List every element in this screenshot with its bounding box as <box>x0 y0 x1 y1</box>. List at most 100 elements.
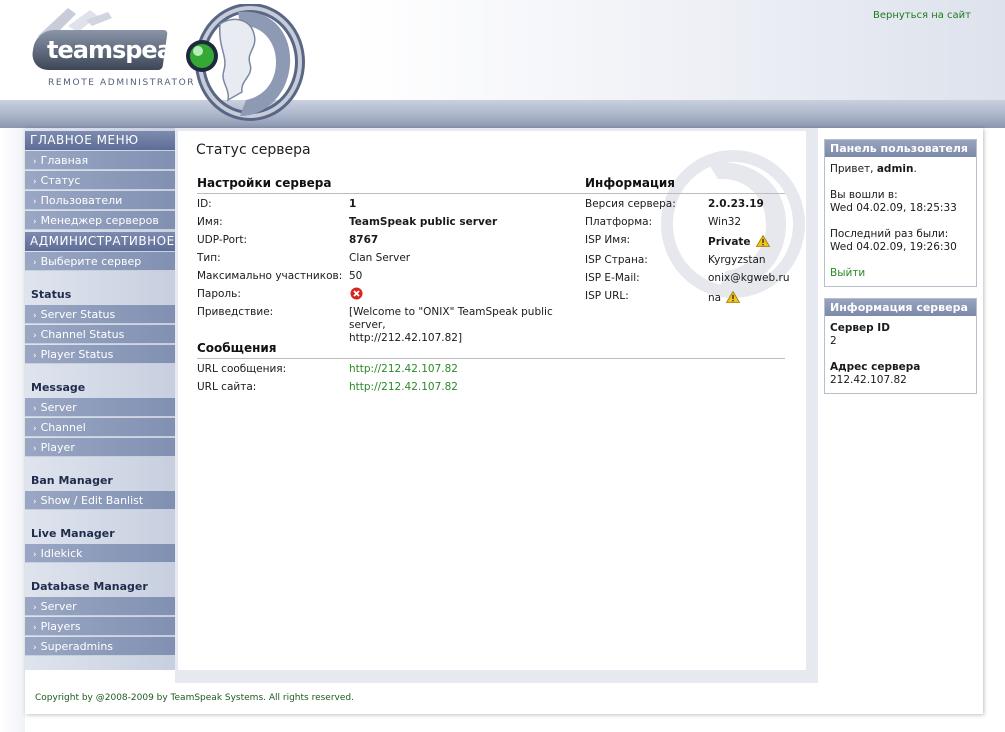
sidebar-item-label: Главная <box>40 154 89 167</box>
sidebar-item-select-server[interactable]: › Выберите сервер <box>25 252 175 271</box>
sidebar-item-label: Channel Status <box>40 328 125 341</box>
sidebar-item-message-server[interactable]: › Server <box>25 398 175 417</box>
message-label: URL сообщения: <box>197 363 287 375</box>
sidebar-item-label: Player <box>40 441 75 454</box>
sidebar-item-label: Idlekick <box>40 547 83 560</box>
welcome-message-line: [Welcome to "ONIX" TeamSpeak public serv… <box>349 306 553 331</box>
sidebar-item-label: Выберите сервер <box>40 255 142 268</box>
isp-url-value: na <box>708 291 741 304</box>
sidebar-item-message-channel[interactable]: › Channel <box>25 418 175 437</box>
warning-icon <box>726 291 741 303</box>
arrow-icon: › <box>33 643 37 653</box>
sidebar-item-label: Channel <box>40 421 86 434</box>
server-address-label: Адрес сервера <box>830 361 921 373</box>
sidebar-item-label: Show / Edit Banlist <box>40 494 144 507</box>
divider <box>197 193 585 194</box>
sidebar-item-db-server[interactable]: › Server <box>25 597 175 616</box>
welcome-message-value: [Welcome to "ONIX" TeamSpeak public serv… <box>349 306 589 345</box>
user-panel-body: Привет, admin. Вы вошли в: Wed 04.02.09,… <box>825 157 976 286</box>
sidebar-item-users[interactable]: › Пользователи <box>25 191 175 210</box>
message-label: URL сайта: <box>197 381 257 393</box>
username: admin <box>876 163 914 175</box>
divider <box>585 193 785 194</box>
user-panel: Панель пользователя Привет, admin. Вы во… <box>824 139 977 287</box>
arrow-icon: › <box>33 197 37 207</box>
isp-country-value: Kyrgyzstan <box>708 254 766 266</box>
sidebar-item-message-player[interactable]: › Player <box>25 438 175 457</box>
arrow-icon: › <box>33 404 37 414</box>
server-name-value: TeamSpeak public server <box>349 216 498 228</box>
sidebar-item-label: Server Status <box>40 308 116 321</box>
arrow-icon: › <box>33 497 37 507</box>
setting-label: Тип: <box>197 252 221 264</box>
main-content: Статус сервера Настройки сервера ID: 1 И… <box>178 131 806 670</box>
sidebar-item-label: Players <box>40 620 81 633</box>
section-ban-manager-title: Ban Manager <box>31 474 113 487</box>
server-type-value: Clan Server <box>349 252 411 264</box>
isp-name-text: Private <box>708 236 751 248</box>
section-database-manager-title: Database Manager <box>31 580 148 593</box>
arrow-icon: › <box>33 157 37 167</box>
sidebar-item-server-manager[interactable]: › Менеджер серверов <box>25 211 175 230</box>
arrow-icon: › <box>33 177 37 187</box>
info-label: ISP Имя: <box>585 234 631 246</box>
site-url-link[interactable]: http://212.42.107.82 <box>349 381 458 393</box>
info-label: ISP E-Mail: <box>585 272 640 284</box>
sidebar-item-channel-status[interactable]: › Channel Status <box>25 325 175 344</box>
main-menu-header: ГЛАВНОЕ МЕНЮ <box>25 131 175 150</box>
sidebar-item-server-status[interactable]: › Server Status <box>25 305 175 324</box>
arrow-icon: › <box>33 258 37 268</box>
admin-menu-header: АДМИНИСТРАТИВНОЕ <box>25 232 175 251</box>
greeting-prefix: Привет, <box>830 163 874 175</box>
page-title: Статус сервера <box>196 142 311 158</box>
isp-name-value: Private <box>708 235 770 248</box>
login-time: Wed 04.02.09, 18:25:33 <box>830 202 957 214</box>
server-version-value: 2.0.23.19 <box>708 198 764 210</box>
info-title: Информация <box>585 176 675 190</box>
section-status-title: Status <box>31 288 72 301</box>
sidebar: ГЛАВНОЕ МЕНЮ › Главная › Статус › Пользоват… <box>25 128 175 670</box>
setting-label: Приведствие: <box>197 306 274 318</box>
message-url-link[interactable]: http://212.42.107.82 <box>349 363 458 375</box>
warning-icon <box>755 235 770 247</box>
arrow-icon: › <box>33 623 37 633</box>
back-to-site-link[interactable]: Вернуться на сайт <box>873 10 971 21</box>
logo-text: teamspeak <box>47 36 187 64</box>
last-visit-label: Последний раз были: <box>830 228 949 240</box>
info-label: ISP Страна: <box>585 254 648 266</box>
sidebar-item-db-superadmins[interactable]: › Superadmins <box>25 637 175 656</box>
sidebar-item-label: Server <box>40 401 77 414</box>
sidebar-item-idlekick[interactable]: › Idlekick <box>25 544 175 563</box>
section-live-manager-title: Live Manager <box>31 527 115 540</box>
messages-title: Сообщения <box>197 341 277 355</box>
sidebar-item-player-status[interactable]: › Player Status <box>25 345 175 364</box>
platform-value: Win32 <box>708 216 742 228</box>
sidebar-item-home[interactable]: › Главная <box>25 151 175 170</box>
user-panel-title: Панель пользователя <box>825 140 976 157</box>
server-info-title: Информация сервера <box>825 299 976 316</box>
arrow-icon: › <box>33 351 37 361</box>
arrow-icon: › <box>33 603 37 613</box>
setting-label: Имя: <box>197 216 223 228</box>
sidebar-item-label: Статус <box>40 174 81 187</box>
logo[interactable]: teamspeak <box>30 30 187 70</box>
info-label: ISP URL: <box>585 290 629 302</box>
sidebar-item-status[interactable]: › Статус <box>25 171 175 190</box>
setting-label: Максимально участников: <box>197 270 343 282</box>
server-id: 2 <box>830 335 837 347</box>
udp-port-value: 8767 <box>349 234 379 246</box>
server-id-label: Сервер ID <box>830 322 890 334</box>
header-band <box>0 100 1005 128</box>
copyright-text: Copyright by @2008-2009 by TeamSpeak Sys… <box>35 693 354 703</box>
greeting: Привет, admin. <box>830 163 971 176</box>
arrow-icon: › <box>33 444 37 454</box>
sidebar-item-banlist[interactable]: › Show / Edit Banlist <box>25 491 175 510</box>
welcome-message-line: http://212.42.107.82] <box>349 332 463 344</box>
sidebar-item-db-players[interactable]: › Players <box>25 617 175 636</box>
sidebar-item-label: Superadmins <box>40 640 114 653</box>
logout-link[interactable]: Выйти <box>830 267 971 280</box>
greeting-suffix: . <box>913 163 917 175</box>
page-margin <box>0 128 25 732</box>
server-info-panel: Информация сервера Сервер ID 2 Адрес сер… <box>824 298 977 394</box>
arrow-icon: › <box>33 550 37 560</box>
